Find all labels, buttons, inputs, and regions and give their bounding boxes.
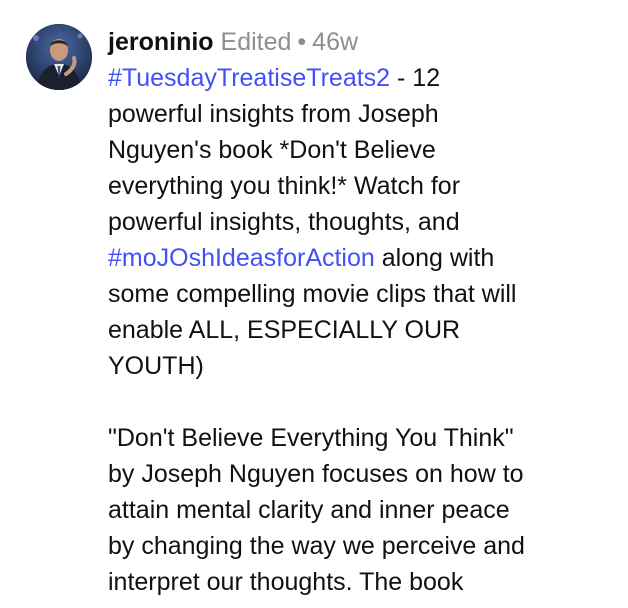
caption-text: #TuesdayTreatiseTreats2 - 12 powerful in… bbox=[108, 60, 612, 600]
caption-line: YOUTH) bbox=[108, 352, 204, 380]
post-age[interactable]: 46w bbox=[312, 28, 358, 56]
hashtag-link[interactable]: #moJOshIdeasforAction bbox=[108, 244, 375, 272]
caption-line: everything you think!* Watch for bbox=[108, 172, 461, 200]
caption-line: attain mental clarity and inner peace bbox=[108, 496, 510, 524]
caption-line: powerful insights, thoughts, and bbox=[108, 208, 460, 236]
comment-post: jeroninio Edited • 46w #TuesdayTreatiseTre… bbox=[0, 0, 628, 608]
caption-line: by changing the way we perceive and bbox=[108, 532, 525, 560]
comment-content: jeroninio Edited • 46w #TuesdayTreatiseTre… bbox=[108, 24, 612, 600]
caption-fragment: - 12 bbox=[390, 64, 441, 92]
caption-line: by Joseph Nguyen focuses on how to bbox=[108, 460, 524, 488]
caption-line: powerful insights from Joseph bbox=[108, 100, 439, 128]
comment-header: jeroninio Edited • 46w bbox=[108, 24, 612, 60]
username-link[interactable]: jeroninio bbox=[108, 28, 214, 56]
caption-line: #moJOshIdeasforAction along with bbox=[108, 240, 612, 276]
meta-separator: • bbox=[297, 28, 307, 56]
caption-line: "Don't Believe Everything You Think" bbox=[108, 424, 514, 452]
avatar[interactable] bbox=[26, 24, 92, 90]
caption-line: some compelling movie clips that will bbox=[108, 280, 517, 308]
caption-line: enable ALL, ESPECIALLY OUR bbox=[108, 316, 461, 344]
caption-fragment: along with bbox=[374, 244, 495, 272]
edited-label: Edited bbox=[220, 28, 292, 56]
caption-line: #TuesdayTreatiseTreats2 - 12 bbox=[108, 60, 612, 96]
caption-line: Nguyen's book *Don't Believe bbox=[108, 136, 436, 164]
hashtag-link[interactable]: #TuesdayTreatiseTreats2 bbox=[108, 64, 390, 92]
avatar-image bbox=[26, 24, 92, 90]
caption-line: interpret our thoughts. The book bbox=[108, 568, 464, 596]
